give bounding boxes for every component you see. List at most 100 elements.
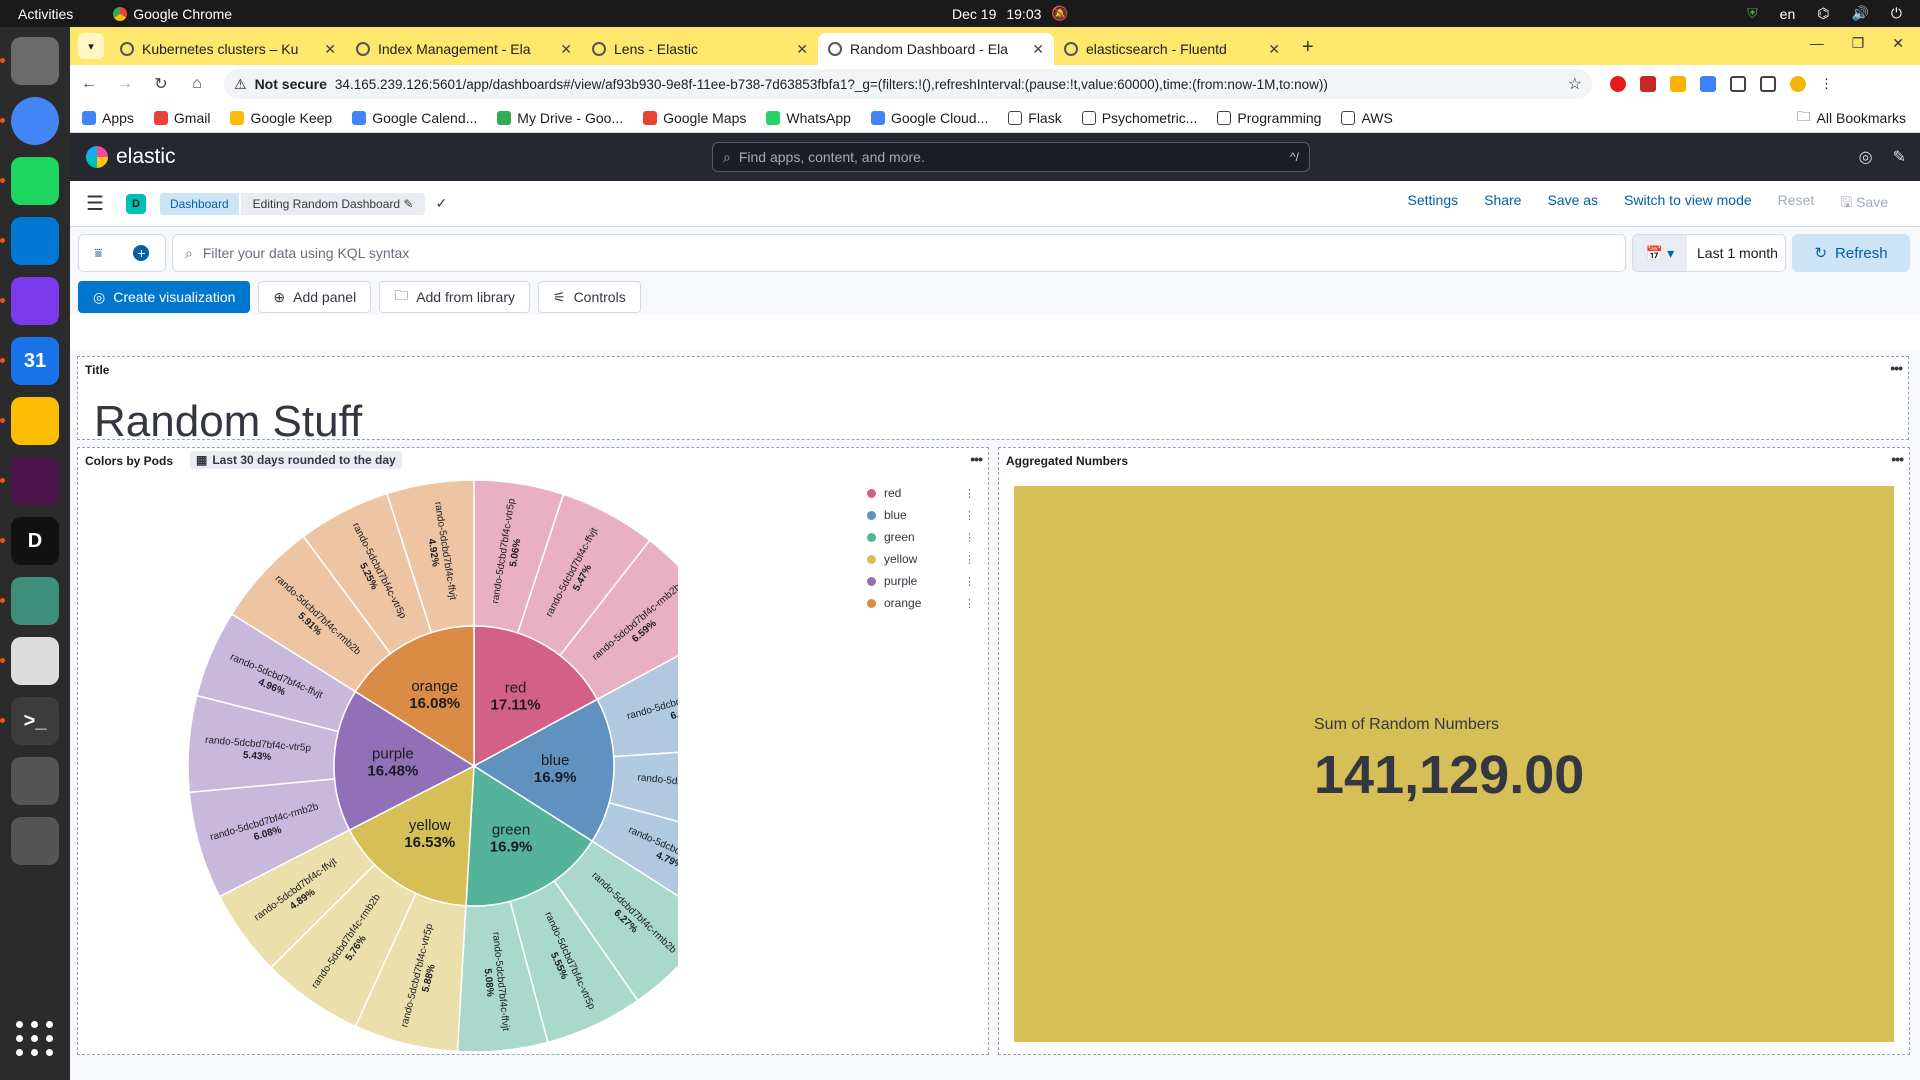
bookmark-item[interactable]: AWS bbox=[1341, 110, 1393, 126]
dock-slack-icon[interactable] bbox=[0, 457, 59, 505]
breadcrumb-dashboard[interactable]: Dashboard bbox=[159, 192, 239, 215]
browser-tab[interactable]: Index Management - Ela ✕ bbox=[346, 33, 582, 65]
legend-item[interactable]: orange ⋮ bbox=[867, 592, 975, 614]
sidepanel-icon[interactable] bbox=[1760, 76, 1776, 92]
dock-spotify-icon[interactable] bbox=[0, 157, 59, 205]
maximize-icon[interactable]: ❐ bbox=[1852, 35, 1865, 52]
add-filter-icon[interactable]: + bbox=[133, 245, 150, 261]
minimize-icon[interactable]: — bbox=[1810, 35, 1824, 52]
newsfeed-icon[interactable]: ✎ bbox=[1893, 147, 1906, 167]
bookmark-star-icon[interactable]: ☆ bbox=[1568, 74, 1582, 94]
dock-files-icon[interactable] bbox=[0, 37, 59, 85]
legend-item[interactable]: purple ⋮ bbox=[867, 570, 975, 592]
bookmark-item[interactable]: Programming bbox=[1217, 110, 1321, 126]
all-bookmarks[interactable]: 🗀 All Bookmarks bbox=[1797, 106, 1906, 130]
focused-app-menu[interactable]: Google Chrome bbox=[113, 6, 232, 22]
menu-icon[interactable]: ☰ bbox=[86, 191, 104, 216]
reset-link[interactable]: Reset bbox=[1778, 192, 1815, 216]
tab-close-icon[interactable]: ✕ bbox=[1032, 41, 1044, 58]
legend-options-icon[interactable]: ⋮ bbox=[964, 575, 975, 588]
opera-icon[interactable] bbox=[1610, 76, 1626, 92]
dock-vscode-icon[interactable] bbox=[0, 217, 59, 265]
dock-chatgpt-icon[interactable] bbox=[0, 577, 59, 625]
power-icon[interactable]: ⏻ bbox=[1891, 5, 1902, 22]
legend-options-icon[interactable]: ⋮ bbox=[964, 553, 975, 566]
legend-item[interactable]: yellow ⋮ bbox=[867, 548, 975, 570]
dock-disk-a-icon[interactable] bbox=[11, 757, 59, 805]
tab-close-icon[interactable]: ✕ bbox=[324, 41, 336, 58]
legend-item[interactable]: green ⋮ bbox=[867, 526, 975, 548]
refresh-button[interactable]: ↻ Refresh bbox=[1792, 234, 1910, 272]
network-icon[interactable]: ⌬ bbox=[1817, 5, 1829, 22]
panel-options-icon[interactable]: ••• bbox=[1891, 451, 1904, 467]
bookmark-item[interactable]: Gmail bbox=[153, 110, 210, 126]
kebab-menu-icon[interactable]: ⋮ bbox=[1820, 76, 1833, 92]
elastic-logo[interactable]: elastic bbox=[86, 145, 176, 169]
bookmark-item[interactable]: My Drive - Goo... bbox=[497, 110, 623, 126]
panel-options-icon[interactable]: ••• bbox=[970, 451, 983, 467]
tab-search-button[interactable]: ▾ bbox=[78, 33, 104, 59]
check-icon[interactable]: ✓ bbox=[435, 195, 447, 212]
input-language[interactable]: en bbox=[1780, 6, 1796, 22]
address-bar[interactable]: ⚠ Not secure 34.165.239.126:5601/app/das… bbox=[224, 69, 1592, 99]
calendar-icon[interactable]: 📅 ▾ bbox=[1633, 235, 1687, 271]
browser-tab[interactable]: Kubernetes clusters – Ku ✕ bbox=[110, 33, 346, 65]
bookmark-item[interactable]: Google Calend... bbox=[352, 110, 477, 126]
global-search[interactable]: ⌕ Find apps, content, and more. ^/ bbox=[712, 142, 1310, 172]
panel-options-icon[interactable]: ••• bbox=[1890, 360, 1903, 376]
legend-options-icon[interactable]: ⋮ bbox=[964, 487, 975, 500]
puzzle-icon[interactable] bbox=[1730, 76, 1746, 92]
help-icon[interactable]: ◎ bbox=[1859, 147, 1873, 167]
dock-dash-icon[interactable]: D bbox=[0, 517, 59, 565]
legend-item[interactable]: blue ⋮ bbox=[867, 504, 975, 526]
bookmark-item[interactable]: Google Keep bbox=[230, 110, 332, 126]
bookmark-item[interactable]: WhatsApp bbox=[766, 110, 851, 126]
legend-item[interactable]: red ⋮ bbox=[867, 482, 975, 504]
legend-options-icon[interactable]: ⋮ bbox=[964, 597, 975, 610]
profile-avatar[interactable] bbox=[1790, 76, 1806, 92]
warning-icon[interactable]: ⚠ bbox=[234, 76, 247, 93]
dock-obsidian-icon[interactable] bbox=[0, 277, 59, 325]
save-button[interactable]: 🖫 Save bbox=[1840, 192, 1888, 216]
browser-tab[interactable]: elasticsearch - Fluentd ✕ bbox=[1054, 33, 1290, 65]
extension-blue-icon[interactable] bbox=[1700, 76, 1716, 92]
reload-icon[interactable]: ↻ bbox=[152, 74, 170, 94]
not-secure-label[interactable]: Not secure bbox=[255, 76, 327, 92]
kql-query-input[interactable]: ⌕ Filter your data using KQL syntax bbox=[172, 234, 1626, 272]
legend-options-icon[interactable]: ⋮ bbox=[964, 531, 975, 544]
space-avatar[interactable]: D bbox=[125, 193, 146, 214]
back-icon[interactable]: ← bbox=[80, 75, 98, 93]
bookmark-item[interactable]: Psychometric... bbox=[1081, 110, 1197, 126]
extension-yellow-icon[interactable] bbox=[1670, 76, 1686, 92]
tab-close-icon[interactable]: ✕ bbox=[560, 41, 572, 58]
legend-options-icon[interactable]: ⋮ bbox=[964, 509, 975, 522]
browser-tab[interactable]: Random Dashboard - Ela ✕ bbox=[818, 33, 1054, 65]
save-as-link[interactable]: Save as bbox=[1547, 192, 1598, 216]
add-from-library-button[interactable]: 🗀 Add from library bbox=[379, 281, 530, 313]
create-visualization-button[interactable]: ◎ Create visualization bbox=[78, 281, 251, 313]
bookmark-item[interactable]: Flask bbox=[1008, 110, 1062, 126]
shield-icon[interactable]: ⛨ bbox=[1747, 5, 1758, 22]
dock-keep-icon[interactable] bbox=[0, 397, 59, 445]
dock-terminal-icon[interactable]: >_ bbox=[0, 697, 59, 745]
controls-button[interactable]: ⚟ Controls bbox=[538, 281, 641, 313]
switch-view-mode-link[interactable]: Switch to view mode bbox=[1624, 192, 1752, 216]
clock[interactable]: Dec 19 19:03 🔕 bbox=[952, 5, 1069, 22]
bookmark-item[interactable]: Apps bbox=[82, 110, 134, 126]
tab-close-icon[interactable]: ✕ bbox=[796, 41, 808, 58]
settings-link[interactable]: Settings bbox=[1408, 192, 1459, 216]
date-range-label[interactable]: Last 1 month bbox=[1687, 245, 1778, 261]
dock-disk-b-icon[interactable] bbox=[11, 817, 59, 865]
close-window-icon[interactable]: ✕ bbox=[1892, 35, 1904, 52]
forward-icon[interactable]: → bbox=[116, 75, 134, 93]
share-link[interactable]: Share bbox=[1484, 192, 1521, 216]
home-icon[interactable]: ⌂ bbox=[188, 75, 206, 93]
bookmark-item[interactable]: Google Cloud... bbox=[870, 110, 988, 126]
add-panel-button[interactable]: ⊕ Add panel bbox=[258, 281, 372, 313]
volume-icon[interactable]: 🔊 bbox=[1851, 5, 1868, 22]
breadcrumb-current[interactable]: Editing Random Dashboard ✎ bbox=[240, 192, 426, 215]
dock-calendar-icon[interactable]: 31 bbox=[0, 337, 59, 385]
bookmark-item[interactable]: Google Maps bbox=[643, 110, 746, 126]
extension-red-icon[interactable] bbox=[1640, 76, 1656, 92]
date-picker[interactable]: 📅 ▾ Last 1 month bbox=[1632, 234, 1786, 272]
